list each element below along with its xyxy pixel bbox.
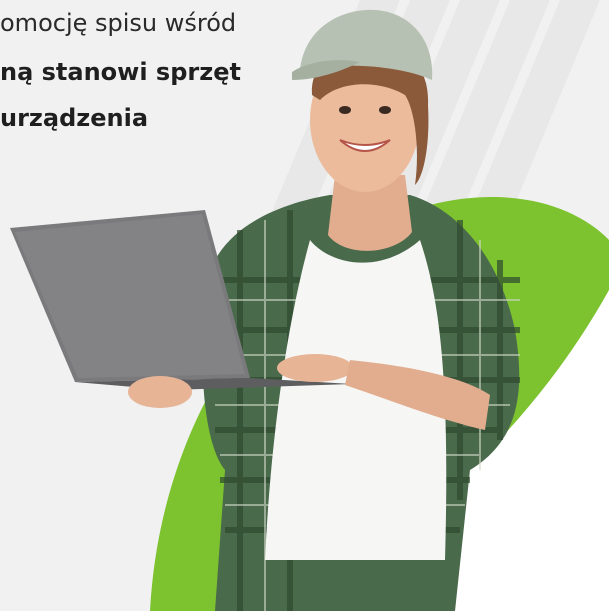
promo-line-1: omocję spisu wśród: [0, 9, 237, 37]
banner-artwork: [10, 0, 609, 611]
banner: omocję spisu wśród ną stanowi sprzęt urz…: [0, 0, 609, 611]
promo-line-3: urządzenia: [0, 104, 149, 132]
promo-line-2: ną stanowi sprzęt: [0, 58, 241, 86]
